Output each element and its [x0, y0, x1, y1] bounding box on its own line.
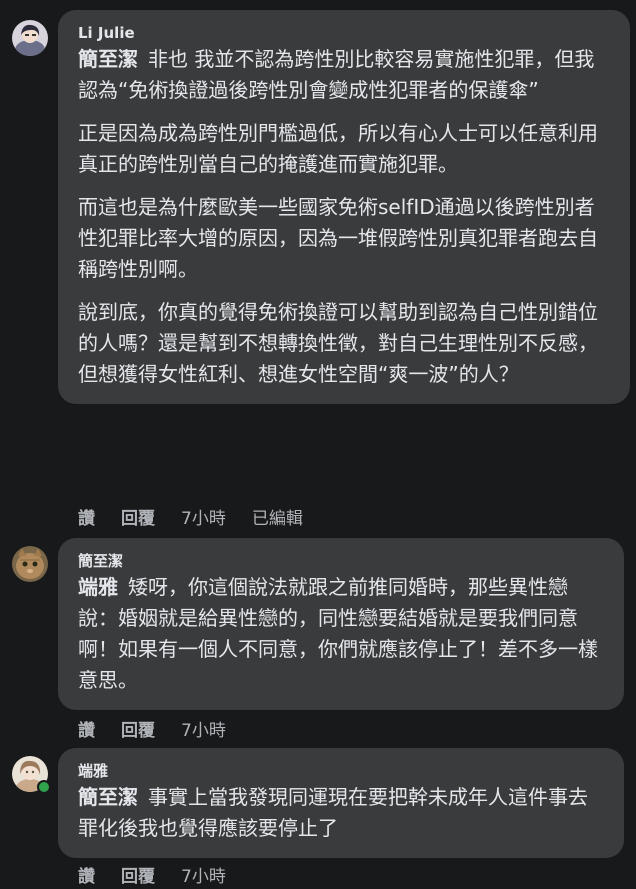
mention-tag[interactable]: 簡至潔 [78, 785, 138, 809]
comment-bubble: 簡至潔 端雅 矮呀，你這個說法就跟之前推同婚時，那些異性戀說：婚姻就是給異性戀的，… [58, 538, 624, 710]
online-status-icon [37, 780, 51, 794]
comment-text: 非也 我並不認為跨性別比較容易實施性犯罪，但我認為“免術換證過後跨性別會變成性犯… [78, 47, 595, 102]
reply-button[interactable]: 回覆 [121, 504, 155, 529]
timestamp[interactable]: 7小時 [181, 862, 226, 887]
comment-paragraph: 正是因為成為跨性別門檻過低，所以有心人士可以任意利用真正的跨性別當自己的掩護進而… [78, 121, 598, 176]
comment-paragraph: 簡至潔 事實上當我發現同運現在要把幹未成年人這件事去罪化後我也覺得應該要停止了 [78, 782, 604, 844]
timestamp[interactable]: 7小時 [181, 716, 226, 741]
comment-bubble: Li Julie 簡至潔 非也 我並不認為跨性別比較容易實施性犯罪，但我認為“免術… [58, 10, 630, 404]
comment-paragraph: 說到底，你真的覺得免術換證可以幫助到認為自己性別錯位的人嗎？還是幫到不想轉換性徵… [78, 300, 598, 386]
comment-author[interactable]: 簡至潔 [78, 552, 604, 570]
comment-actions: 讚 回覆 7小時 [78, 716, 252, 741]
timestamp[interactable]: 7小時 [181, 504, 226, 529]
edited-label[interactable]: 已編輯 [252, 504, 303, 529]
like-button[interactable]: 讚 [78, 504, 95, 529]
like-button[interactable]: 讚 [78, 716, 95, 741]
comment-actions: 讚 回覆 7小時 [78, 862, 252, 887]
mention-tag[interactable]: 端雅 [78, 575, 118, 599]
comment-actions: 讚 回覆 7小時 已編輯 [78, 504, 329, 529]
comment-text: 矮呀，你這個說法就跟之前推同婚時，那些異性戀說：婚姻就是給異性戀的，同性戀要結婚… [78, 575, 598, 692]
comment-bubble: 端雅 簡至潔 事實上當我發現同運現在要把幹未成年人這件事去罪化後我也覺得應該要停止… [58, 748, 624, 858]
comment-author[interactable]: 端雅 [78, 762, 604, 780]
avatar[interactable] [12, 20, 48, 56]
avatar[interactable] [12, 546, 48, 582]
comment-author[interactable]: Li Julie [78, 24, 610, 42]
like-button[interactable]: 讚 [78, 862, 95, 887]
mention-tag[interactable]: 簡至潔 [78, 47, 138, 71]
comment-paragraph: 而這也是為什麼歐美一些國家免術selfID通過以後跨性別者性犯罪比率大增的原因，… [78, 195, 598, 281]
comment-paragraph: 端雅 矮呀，你這個說法就跟之前推同婚時，那些異性戀說：婚姻就是給異性戀的，同性戀要… [78, 572, 604, 696]
comment-text: 事實上當我發現同運現在要把幹未成年人這件事去罪化後我也覺得應該要停止了 [78, 785, 588, 840]
comment-paragraph: 簡至潔 非也 我並不認為跨性別比較容易實施性犯罪，但我認為“免術換證過後跨性別會變… [78, 44, 610, 106]
reply-button[interactable]: 回覆 [121, 862, 155, 887]
reply-button[interactable]: 回覆 [121, 716, 155, 741]
